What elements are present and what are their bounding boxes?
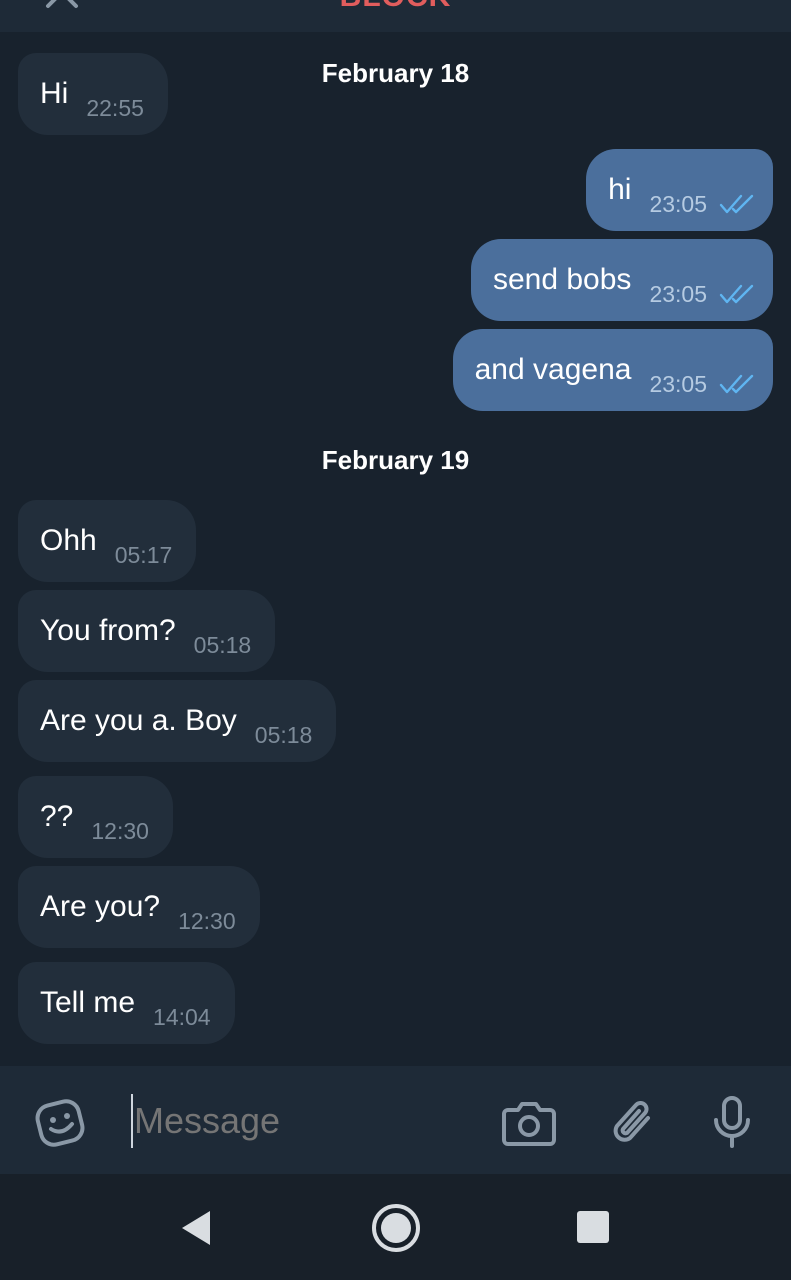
message-text: Ohh bbox=[40, 524, 97, 557]
back-icon[interactable] bbox=[178, 1208, 214, 1248]
incoming-message[interactable]: Hi 22:55 bbox=[18, 53, 168, 135]
message-text: ?? bbox=[40, 800, 74, 833]
sticker-emoji-icon[interactable] bbox=[34, 1096, 88, 1150]
home-icon[interactable] bbox=[370, 1202, 422, 1254]
read-receipt-icon bbox=[719, 374, 754, 394]
message-time: 05:18 bbox=[254, 721, 313, 748]
incoming-message[interactable]: Tell me 14:04 bbox=[18, 962, 235, 1044]
block-button[interactable]: BLOCK bbox=[0, 0, 791, 14]
message-text: Are you a. Boy bbox=[40, 704, 237, 737]
message-input[interactable] bbox=[134, 1100, 474, 1142]
paperclip-icon[interactable] bbox=[608, 1096, 658, 1150]
camera-icon[interactable] bbox=[500, 1096, 558, 1150]
recents-icon[interactable] bbox=[576, 1210, 610, 1244]
message-time: 23:05 bbox=[649, 370, 707, 397]
outgoing-message[interactable]: send bobs 23:05 bbox=[470, 239, 773, 321]
message-text: Tell me bbox=[40, 986, 136, 1019]
incoming-message[interactable]: Are you a. Boy 05:18 bbox=[18, 680, 337, 762]
message-text: You from? bbox=[40, 614, 176, 647]
message-time: 05:18 bbox=[193, 631, 252, 658]
message-text: hi bbox=[608, 173, 632, 206]
message-time: 22:55 bbox=[86, 94, 144, 121]
chat-header: BLOCK bbox=[0, 0, 791, 32]
message-time: 23:05 bbox=[649, 280, 707, 307]
microphone-icon[interactable] bbox=[710, 1094, 754, 1150]
text-cursor bbox=[131, 1094, 133, 1148]
message-text: and vagena bbox=[474, 353, 632, 386]
message-time: 05:17 bbox=[114, 541, 173, 568]
outgoing-message[interactable]: hi 23:05 bbox=[586, 149, 773, 231]
date-separator: February 19 bbox=[321, 445, 470, 475]
message-text: Hi bbox=[40, 77, 69, 110]
incoming-message[interactable]: Ohh 05:17 bbox=[18, 500, 197, 582]
incoming-message[interactable]: You from? 05:18 bbox=[18, 590, 276, 672]
incoming-message[interactable]: Are you? 12:30 bbox=[18, 866, 260, 948]
message-time: 12:30 bbox=[91, 817, 149, 844]
message-text: send bobs bbox=[492, 263, 632, 296]
message-time: 12:30 bbox=[178, 907, 236, 934]
message-text: Are you? bbox=[40, 890, 161, 923]
message-time: 14:04 bbox=[153, 1003, 211, 1030]
read-receipt-icon bbox=[719, 194, 754, 214]
message-time: 23:05 bbox=[649, 190, 707, 217]
outgoing-message[interactable]: and vagena 23:05 bbox=[452, 329, 773, 411]
incoming-message[interactable]: ?? 12:30 bbox=[18, 776, 173, 858]
read-receipt-icon bbox=[719, 284, 754, 304]
